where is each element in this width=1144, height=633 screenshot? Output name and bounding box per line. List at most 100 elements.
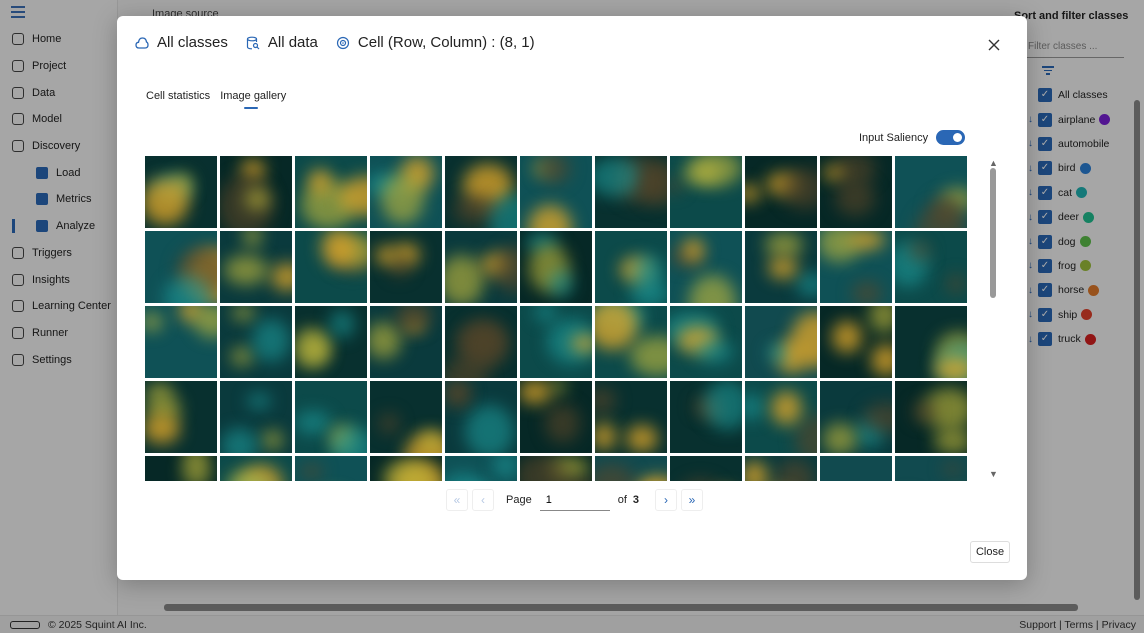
saliency-blob <box>193 306 217 339</box>
saliency-blob <box>493 456 517 479</box>
gallery-image[interactable] <box>445 156 517 228</box>
gallery-image[interactable] <box>295 381 367 453</box>
next-page-button[interactable]: › <box>655 489 678 511</box>
saliency-blob <box>795 271 817 298</box>
gallery-image[interactable] <box>445 381 517 453</box>
saliency-blob <box>595 463 635 481</box>
gallery-image[interactable] <box>820 456 892 481</box>
gallery-image[interactable] <box>220 456 292 481</box>
gallery-image[interactable] <box>445 231 517 303</box>
close-icon[interactable] <box>987 38 1001 52</box>
gallery-image[interactable] <box>520 231 592 303</box>
gallery-image[interactable] <box>820 306 892 378</box>
input-saliency-label: Input Saliency <box>859 131 929 144</box>
gallery-image[interactable] <box>820 156 892 228</box>
gallery-image[interactable] <box>595 231 667 303</box>
gallery-image[interactable] <box>370 381 442 453</box>
gallery-image[interactable] <box>145 231 217 303</box>
saliency-blob <box>745 461 769 481</box>
gallery-image[interactable] <box>745 306 817 378</box>
gallery-image[interactable] <box>895 456 967 481</box>
saliency-blob <box>631 254 665 291</box>
cloud-icon <box>135 36 149 49</box>
gallery-image[interactable] <box>595 156 667 228</box>
saliency-blob <box>262 430 284 451</box>
gallery-image[interactable] <box>595 381 667 453</box>
gallery-image[interactable] <box>895 306 967 378</box>
gallery-image[interactable] <box>445 306 517 378</box>
gallery-image[interactable] <box>220 381 292 453</box>
saliency-blob <box>946 273 965 294</box>
gallery-image[interactable] <box>895 156 967 228</box>
gallery-image[interactable] <box>670 456 742 481</box>
gallery-image[interactable] <box>145 381 217 453</box>
saliency-blob <box>231 306 256 321</box>
gallery-image[interactable] <box>745 456 817 481</box>
gallery-image[interactable] <box>220 156 292 228</box>
gallery-image[interactable] <box>295 231 367 303</box>
gallery-image[interactable] <box>145 456 217 481</box>
gallery-image[interactable] <box>220 306 292 378</box>
gallery-image[interactable] <box>145 156 217 228</box>
saliency-blob <box>445 255 485 303</box>
input-saliency-toggle[interactable] <box>936 130 966 145</box>
saliency-blob <box>595 157 641 197</box>
gallery-image[interactable] <box>820 381 892 453</box>
saliency-blob <box>252 319 290 363</box>
first-page-button[interactable]: « <box>446 489 468 511</box>
gallery-image[interactable] <box>295 306 367 378</box>
gallery-image[interactable] <box>895 381 967 453</box>
input-saliency-control: Input Saliency <box>859 130 966 145</box>
gallery-image[interactable] <box>520 306 592 378</box>
saliency-blob <box>328 310 356 339</box>
page-number-input[interactable] <box>539 489 610 511</box>
gallery-image[interactable] <box>370 306 442 378</box>
gallery-image[interactable] <box>295 456 367 481</box>
saliency-blob <box>595 422 616 451</box>
saliency-blob <box>220 427 258 453</box>
gallery-image[interactable] <box>670 306 742 378</box>
last-page-button[interactable]: » <box>681 489 704 511</box>
of-label: of <box>617 494 627 506</box>
gallery-image[interactable] <box>520 381 592 453</box>
gallery-image[interactable] <box>220 231 292 303</box>
saliency-blob <box>929 195 963 226</box>
saliency-blob <box>545 403 580 444</box>
gallery-image[interactable] <box>370 231 442 303</box>
gallery-image[interactable] <box>370 156 442 228</box>
saliency-blob <box>230 347 253 366</box>
saliency-blob <box>943 462 963 475</box>
gallery-image[interactable] <box>745 156 817 228</box>
gallery-image[interactable] <box>745 381 817 453</box>
gallery-image[interactable] <box>670 231 742 303</box>
gallery-image[interactable] <box>595 306 667 378</box>
scroll-up-icon[interactable]: ▲ <box>989 158 998 168</box>
gallery-image[interactable] <box>295 156 367 228</box>
breadcrumb: All classes All data Cell (Row, Column) … <box>135 34 553 51</box>
database-search-icon <box>246 36 260 49</box>
gallery-image[interactable] <box>595 456 667 481</box>
total-pages: 3 <box>632 494 640 506</box>
saliency-blob <box>764 232 804 257</box>
gallery-image[interactable] <box>370 456 442 481</box>
close-button[interactable]: Close <box>970 541 1010 563</box>
gallery-image[interactable] <box>745 231 817 303</box>
saliency-blob <box>768 257 799 280</box>
gallery-image[interactable] <box>670 381 742 453</box>
tab-image-gallery[interactable]: Image gallery <box>220 90 286 109</box>
saliency-blob <box>321 231 355 267</box>
tab-cell-statistics[interactable]: Cell statistics <box>146 90 210 102</box>
scroll-down-icon[interactable]: ▼ <box>989 469 998 479</box>
crumb-all-data: All data <box>246 34 318 51</box>
gallery-image[interactable] <box>520 156 592 228</box>
gallery-image[interactable] <box>145 306 217 378</box>
gallery-scrollbar[interactable] <box>990 168 996 298</box>
prev-page-button[interactable]: ‹ <box>472 489 494 511</box>
gallery-image[interactable] <box>820 231 892 303</box>
saliency-blob <box>745 185 761 202</box>
gallery-image[interactable] <box>445 456 517 481</box>
saliency-blob <box>295 327 329 368</box>
gallery-image[interactable] <box>670 156 742 228</box>
gallery-image[interactable] <box>520 456 592 481</box>
gallery-image[interactable] <box>895 231 967 303</box>
